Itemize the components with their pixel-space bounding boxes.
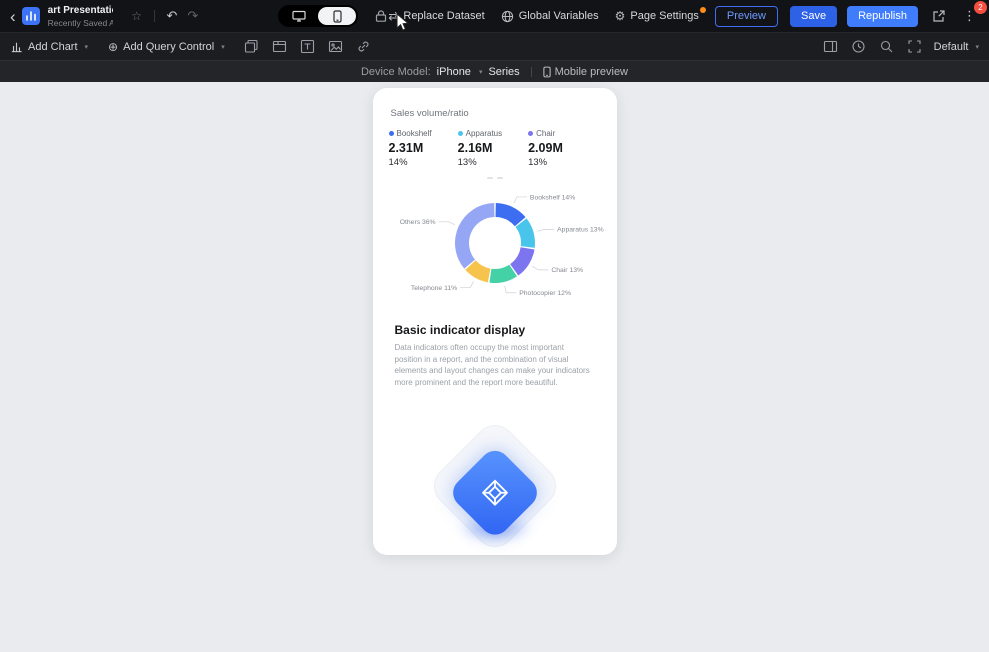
text-icon[interactable] xyxy=(299,38,317,56)
lock-icon[interactable] xyxy=(374,9,388,23)
device-model-value[interactable]: iPhone xyxy=(437,66,471,78)
indicator-list: Bookshelf2.31M14% Apparatus2.16M13% Chair2… xyxy=(389,129,617,168)
preview-button[interactable]: Preview xyxy=(715,6,778,27)
indicator-item: Bookshelf2.31M14% xyxy=(389,129,432,168)
device-toggle[interactable] xyxy=(278,5,358,27)
layers-icon[interactable] xyxy=(243,38,261,56)
svg-text:Chair 13%: Chair 13% xyxy=(551,267,583,274)
swap-icon: ⇄ xyxy=(388,10,398,22)
phone-icon xyxy=(333,10,342,23)
link-icon[interactable] xyxy=(355,38,373,56)
container-icon[interactable] xyxy=(271,38,289,56)
republish-button[interactable]: Republish xyxy=(847,6,918,27)
back-button[interactable]: ‹ xyxy=(10,8,16,25)
theme-select[interactable]: Default ▾ xyxy=(934,41,979,53)
image-icon[interactable] xyxy=(327,38,345,56)
design-canvas[interactable]: Sales volume/ratio Bookshelf2.31M14% Appa… xyxy=(0,82,989,652)
svg-text:Apparatus 13%: Apparatus 13% xyxy=(557,227,603,234)
svg-text:Photocopier 12%: Photocopier 12% xyxy=(519,290,571,297)
save-button[interactable]: Save xyxy=(790,6,837,27)
global-variables-label: Global Variables xyxy=(519,10,599,22)
mobile-preview-indicator: Mobile preview xyxy=(543,66,628,78)
donut-chart: Bookshelf 14% Apparatus 13% Chair 13% Photo… xyxy=(379,181,611,309)
plus-circle-icon: ⊕ xyxy=(108,41,118,53)
mobile-toggle-button[interactable] xyxy=(318,7,356,25)
desktop-toggle-button[interactable] xyxy=(280,7,318,25)
chevron-down-icon: ▾ xyxy=(85,43,89,51)
phone-icon xyxy=(543,66,551,78)
page-settings-button[interactable]: ⚙ Page Settings xyxy=(615,10,699,22)
add-query-control-label: Add Query Control xyxy=(123,41,214,53)
donut-chart-container: Bookshelf 14% Apparatus 13% Chair 13% Photo… xyxy=(373,181,617,309)
chevron-down-icon: ▾ xyxy=(975,43,979,51)
gear-icon: ⚙ xyxy=(615,10,626,22)
svg-text:Telephone 11%: Telephone 11% xyxy=(410,285,456,292)
monitor-icon xyxy=(292,10,306,22)
notification-badge: 2 xyxy=(974,1,987,14)
fullscreen-icon[interactable] xyxy=(906,38,924,56)
theme-select-value: Default xyxy=(934,41,969,53)
redo-icon[interactable]: ↷ xyxy=(187,8,198,24)
device-bar: Device Model: iPhone ▾ Series Mobile pre… xyxy=(0,60,989,82)
chevron-down-icon: ▾ xyxy=(479,68,483,76)
globe-icon xyxy=(501,10,514,23)
edit-toolbar: Add Chart ▾ ⊕ Add Query Control ▾ xyxy=(0,32,989,60)
indicator-item: Chair2.09M13% xyxy=(528,129,563,168)
carousel-dots[interactable] xyxy=(373,177,617,179)
page-settings-label: Page Settings xyxy=(630,10,699,22)
section-body: Data indicators often occupy the most im… xyxy=(395,342,593,388)
device-model-label: Device Model: xyxy=(361,66,431,78)
replace-dataset-button[interactable]: ⇄ Replace Dataset xyxy=(388,10,484,22)
document-title-block[interactable]: art Presentation of Scenes..20... Recent… xyxy=(48,5,114,28)
add-chart-button[interactable]: Add Chart ▾ xyxy=(10,40,88,53)
indicator-item: Apparatus2.16M13% xyxy=(458,129,502,168)
svg-text:Others 36%: Others 36% xyxy=(399,219,435,226)
top-bar: ‹ art Presentation of Scenes..20... Rece… xyxy=(0,0,989,32)
document-title: art Presentation of Scenes..20... xyxy=(48,5,114,16)
chart-title: Sales volume/ratio xyxy=(391,108,617,119)
mobile-preview-label: Mobile preview xyxy=(555,66,628,78)
star-icon[interactable]: ☆ xyxy=(131,9,142,23)
chevron-down-icon: ▾ xyxy=(221,43,225,51)
replace-dataset-label: Replace Dataset xyxy=(403,10,484,22)
search-icon[interactable] xyxy=(878,38,896,56)
share-icon[interactable] xyxy=(932,9,946,23)
undo-icon[interactable]: ↶ xyxy=(167,8,178,24)
divider xyxy=(154,10,155,22)
global-variables-button[interactable]: Global Variables xyxy=(501,10,599,23)
add-query-control-button[interactable]: ⊕ Add Query Control ▾ xyxy=(108,41,225,53)
mobile-preview-card[interactable]: Sales volume/ratio Bookshelf2.31M14% Appa… xyxy=(373,88,617,555)
svg-text:Bookshelf 14%: Bookshelf 14% xyxy=(529,194,574,201)
history-icon[interactable] xyxy=(850,38,868,56)
section-title: Basic indicator display xyxy=(395,323,593,337)
device-series-label: Series xyxy=(488,66,519,78)
more-menu-button[interactable]: ⋮ 2 xyxy=(960,7,979,25)
app-logo-icon xyxy=(22,7,40,25)
panel-icon[interactable] xyxy=(822,38,840,56)
add-chart-label: Add Chart xyxy=(28,41,78,53)
chart-icon xyxy=(10,40,23,53)
document-subtitle: Recently Saved At Today 10:06 xyxy=(48,18,114,28)
divider xyxy=(531,67,532,77)
text-section: Basic indicator display Data indicators … xyxy=(395,323,593,388)
notification-dot xyxy=(700,7,706,13)
